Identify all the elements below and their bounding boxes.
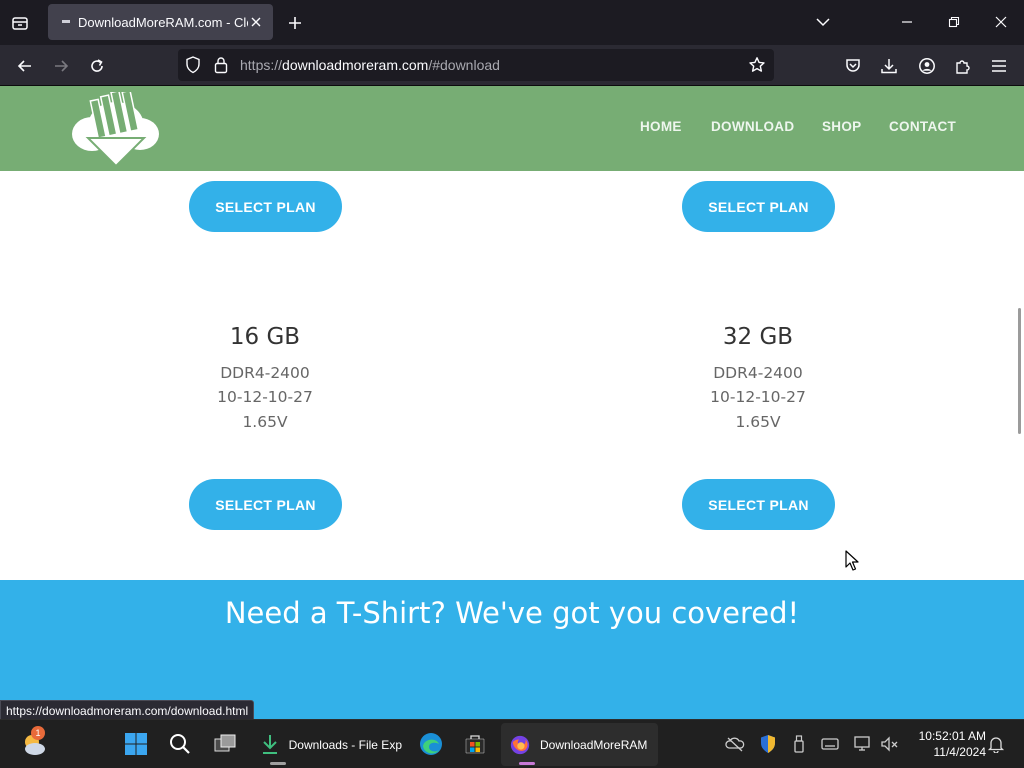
screen: DownloadMoreRAM.com - Cloud: [0, 0, 1024, 768]
edge-browser-icon[interactable]: [415, 728, 447, 760]
windows-taskbar: 1 Downloads - File Exp DownloadMoreRAM 1…: [0, 719, 1024, 768]
nav-download-link[interactable]: DOWNLOAD: [711, 119, 794, 134]
minimize-icon[interactable]: [889, 8, 925, 36]
mouse-cursor-icon: [845, 550, 859, 576]
url-scheme: https://: [240, 57, 283, 73]
taskbar-app-label: Downloads - File Exp: [288, 737, 402, 752]
usb-device-icon[interactable]: [789, 734, 809, 754]
plan-voltage: 1.65V: [735, 413, 781, 431]
url-host: downloadmoreram.com: [282, 57, 429, 73]
back-icon[interactable]: [10, 51, 40, 81]
plan-size: 32 GB: [722, 324, 794, 350]
list-all-tabs-icon[interactable]: [805, 8, 841, 36]
url-path: /#download: [428, 57, 500, 73]
url-bar[interactable]: https://downloadmoreram.com/#download: [178, 49, 774, 81]
task-view-icon[interactable]: [209, 728, 241, 760]
volume-muted-icon[interactable]: [880, 734, 900, 754]
taskbar-firefox-app[interactable]: DownloadMoreRAM: [501, 723, 658, 766]
plan-ram-type: DDR4-2400: [220, 364, 310, 382]
microsoft-store-icon[interactable]: [459, 728, 491, 760]
reload-icon[interactable]: [82, 51, 112, 81]
account-icon[interactable]: [912, 51, 942, 81]
downloads-icon[interactable]: [874, 51, 904, 81]
nav-contact-link[interactable]: CONTACT: [889, 119, 956, 134]
status-link-preview: https://downloadmoreram.com/download.htm…: [0, 700, 255, 720]
system-clock[interactable]: 10:52:01 AM 11/4/2024: [906, 728, 986, 760]
network-ethernet-icon[interactable]: [853, 734, 873, 754]
tab-title: DownloadMoreRAM.com - Cloud: [78, 14, 248, 30]
select-plan-button[interactable]: SELECT PLAN: [682, 181, 835, 232]
nav-shop-link[interactable]: SHOP: [822, 119, 861, 134]
site-favicon-icon: [58, 14, 74, 30]
site-header: HOME DOWNLOAD SHOP CONTACT: [0, 86, 1024, 171]
bookmark-star-icon[interactable]: [748, 56, 766, 78]
close-window-icon[interactable]: [983, 8, 1019, 36]
extensions-icon[interactable]: [948, 51, 978, 81]
running-indicator: [270, 762, 286, 765]
clock-time: 10:52:01 AM: [918, 729, 986, 743]
restore-icon[interactable]: [936, 8, 972, 36]
plan-timings: 10-12-10-27: [217, 388, 313, 406]
pocket-icon[interactable]: [838, 51, 868, 81]
browser-nav-bar: https://downloadmoreram.com/#download: [0, 45, 1024, 86]
url-text[interactable]: https://downloadmoreram.com/#download: [240, 57, 500, 73]
browser-tab-active[interactable]: DownloadMoreRAM.com - Cloud: [48, 4, 273, 40]
clock-date: 11/4/2024: [933, 745, 987, 759]
site-logo[interactable]: [70, 89, 162, 168]
onedrive-offline-icon[interactable]: [725, 734, 745, 754]
forward-icon[interactable]: [46, 51, 76, 81]
plan-timings: 10-12-10-27: [710, 388, 806, 406]
start-windows-icon[interactable]: [120, 728, 152, 760]
padlock-icon[interactable]: [214, 56, 228, 78]
taskbar-file-explorer-downloads[interactable]: Downloads - File Exp: [252, 723, 402, 766]
active-indicator: [519, 762, 535, 765]
tracking-protection-shield-icon[interactable]: [185, 56, 201, 78]
firefox-icon: [509, 733, 531, 757]
select-plan-32gb-button[interactable]: SELECT PLAN: [682, 479, 835, 530]
notification-bell-icon[interactable]: [986, 734, 1006, 754]
select-plan-button[interactable]: SELECT PLAN: [189, 181, 342, 232]
tshirt-heading: Need a T-Shirt? We've got you covered!: [224, 596, 800, 630]
menu-hamburger-icon[interactable]: [984, 51, 1014, 81]
nav-home-link[interactable]: HOME: [640, 119, 682, 134]
weather-notification-badge: 1: [31, 726, 45, 740]
touch-keyboard-icon[interactable]: [820, 734, 840, 754]
download-arrow-icon: [260, 734, 281, 756]
tab-close-icon[interactable]: [247, 13, 265, 31]
select-plan-16gb-button[interactable]: SELECT PLAN: [189, 479, 342, 530]
taskbar-app-label: DownloadMoreRAM: [540, 737, 648, 752]
plan-ram-type: DDR4-2400: [713, 364, 803, 382]
tab-list-icon[interactable]: [6, 9, 34, 37]
plan-size: 16 GB: [229, 324, 301, 350]
windows-security-icon[interactable]: [758, 734, 778, 754]
search-icon[interactable]: [164, 728, 196, 760]
page-scrollbar[interactable]: [1018, 308, 1021, 434]
browser-tab-bar: DownloadMoreRAM.com - Cloud: [0, 0, 1024, 45]
new-tab-icon[interactable]: [282, 10, 308, 36]
plan-voltage: 1.65V: [242, 413, 288, 431]
